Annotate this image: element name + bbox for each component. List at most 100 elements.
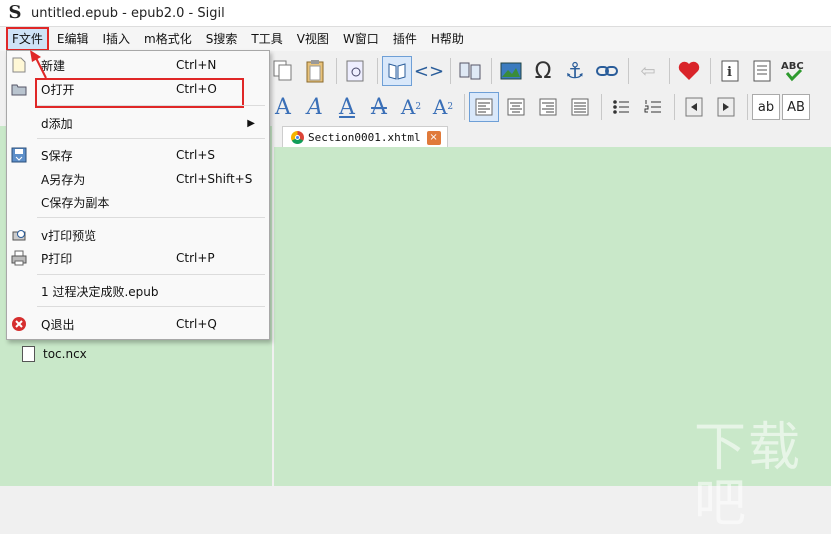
title-bar: S untitled.epub - epub2.0 - Sigil [0, 0, 831, 27]
align-center-icon[interactable] [501, 92, 531, 122]
insert-image-icon[interactable] [496, 56, 526, 86]
heart-icon[interactable] [674, 56, 704, 86]
menu-item-label: A另存为 [41, 172, 86, 187]
open-folder-icon [11, 81, 27, 97]
code-view-icon[interactable]: <> [414, 56, 444, 86]
toolbar-separator [747, 94, 748, 120]
menu-item-shortcut: Ctrl+Q [176, 317, 217, 331]
italic-button[interactable]: A [300, 92, 330, 122]
format-button[interactable]: A [268, 92, 298, 122]
svg-text:i: i [727, 65, 732, 80]
uppercase-button[interactable]: AB [782, 94, 810, 120]
tab-bar: Section0001.xhtml × [274, 124, 831, 148]
strikethrough-button[interactable]: A [364, 92, 394, 122]
close-icon[interactable]: × [426, 130, 441, 145]
toolbar-separator [491, 58, 492, 84]
superscript-glyph: A [432, 95, 448, 119]
file-icon [22, 346, 35, 362]
book-browser-file[interactable]: toc.ncx [22, 346, 87, 362]
subscript-button[interactable]: A2 [396, 92, 426, 122]
menu-edit[interactable]: E编辑 [51, 29, 95, 49]
tab-section0001[interactable]: Section0001.xhtml × [282, 126, 448, 148]
bullet-list-icon[interactable] [606, 92, 636, 122]
menu-separator [37, 105, 265, 106]
menu-item-save[interactable]: S保存 Ctrl+S [7, 144, 269, 166]
menu-separator [37, 217, 265, 218]
toolbar-separator [669, 58, 670, 84]
sigil-logo-icon: S [8, 2, 22, 23]
menu-format[interactable]: m格式化 [138, 29, 198, 49]
menu-item-shortcut: Ctrl+N [176, 58, 217, 72]
menu-item-shortcut: Ctrl+S [176, 148, 216, 162]
menu-item-label: C保存为副本 [41, 195, 110, 210]
book-view-icon[interactable] [382, 56, 412, 86]
menu-item-save-as[interactable]: A另存为 Ctrl+Shift+S [7, 168, 269, 190]
menu-plugins[interactable]: 插件 [387, 29, 423, 49]
toolbar-separator [601, 94, 602, 120]
menu-item-print[interactable]: P打印 Ctrl+P [7, 247, 269, 269]
superscript-button[interactable]: A2 [428, 92, 458, 122]
menu-item-label: S保存 [41, 148, 73, 163]
printer-icon [11, 250, 27, 266]
menu-item-save-copy[interactable]: C保存为副本 [7, 191, 269, 213]
submenu-arrow-icon: ▶ [247, 117, 255, 129]
menu-separator [37, 306, 265, 307]
quit-icon [11, 316, 27, 332]
toolbar-separator [336, 58, 337, 84]
toolbar-separator [450, 58, 451, 84]
format-toolbar: A A A A A2 A2 ab AB [268, 88, 812, 126]
watermark-logo: 下载吧 [694, 418, 803, 534]
toolbar-separator [674, 94, 675, 120]
spellcheck-icon[interactable]: ABC [779, 56, 809, 86]
menu-item-recent-file[interactable]: 1 过程决定成败.epub [7, 280, 269, 302]
special-character-icon[interactable]: Ω [528, 56, 558, 86]
main-toolbar: <> Ω ⚓ ⇦ i ABC [268, 52, 811, 90]
chrome-icon [291, 131, 304, 144]
menu-window[interactable]: W窗口 [337, 29, 385, 49]
preview-icon[interactable] [341, 56, 371, 86]
subscript-glyph: A [400, 95, 416, 119]
align-left-icon[interactable] [469, 92, 499, 122]
window-title: untitled.epub - epub2.0 - Sigil [31, 5, 225, 21]
split-icon[interactable] [455, 56, 485, 86]
lowercase-button[interactable]: ab [752, 94, 780, 120]
subscript-digit: 2 [415, 102, 422, 112]
menu-item-label: P打印 [41, 251, 73, 266]
back-arrow-icon[interactable]: ⇦ [633, 56, 663, 86]
align-right-icon[interactable] [533, 92, 563, 122]
metadata-icon[interactable]: i [715, 56, 745, 86]
menu-item-label: Q退出 [41, 317, 75, 332]
menu-item-shortcut: Ctrl+Shift+S [176, 172, 253, 186]
menu-search[interactable]: S搜索 [200, 29, 244, 49]
menu-help[interactable]: H帮助 [425, 29, 470, 49]
menu-separator [37, 274, 265, 275]
menu-insert[interactable]: I插入 [97, 29, 137, 49]
toolbar-separator [464, 94, 465, 120]
anchor-icon[interactable]: ⚓ [560, 56, 590, 86]
menu-item-label: 1 过程决定成败.epub [41, 284, 159, 299]
toc-icon[interactable] [747, 56, 777, 86]
increase-indent-icon[interactable] [711, 92, 741, 122]
numbered-list-icon[interactable] [638, 92, 668, 122]
justify-icon[interactable] [565, 92, 595, 122]
superscript-digit: 2 [447, 102, 454, 112]
menu-view[interactable]: V视图 [291, 29, 335, 49]
menu-item-label: d添加 [41, 116, 73, 131]
print-preview-icon [11, 227, 27, 243]
highlight-box [35, 78, 244, 108]
menu-bar: F文件 E编辑 I插入 m格式化 S搜索 T工具 V视图 W窗口 插件 H帮助 [0, 27, 831, 51]
toolbar-separator [628, 58, 629, 84]
underline-button[interactable]: A [332, 92, 362, 122]
menu-separator [37, 138, 265, 139]
menu-item-quit[interactable]: Q退出 Ctrl+Q [7, 313, 269, 335]
decrease-indent-icon[interactable] [679, 92, 709, 122]
menu-item-shortcut: Ctrl+P [176, 251, 215, 265]
file-name: toc.ncx [43, 347, 87, 361]
paste-icon[interactable] [300, 56, 330, 86]
menu-tools[interactable]: T工具 [245, 29, 288, 49]
menu-item-print-preview[interactable]: v打印预览 [7, 224, 269, 246]
menu-item-add[interactable]: d添加 ▶ [7, 112, 269, 134]
tab-label: Section0001.xhtml [308, 131, 421, 144]
link-icon[interactable] [592, 56, 622, 86]
copy-icon[interactable] [268, 56, 298, 86]
